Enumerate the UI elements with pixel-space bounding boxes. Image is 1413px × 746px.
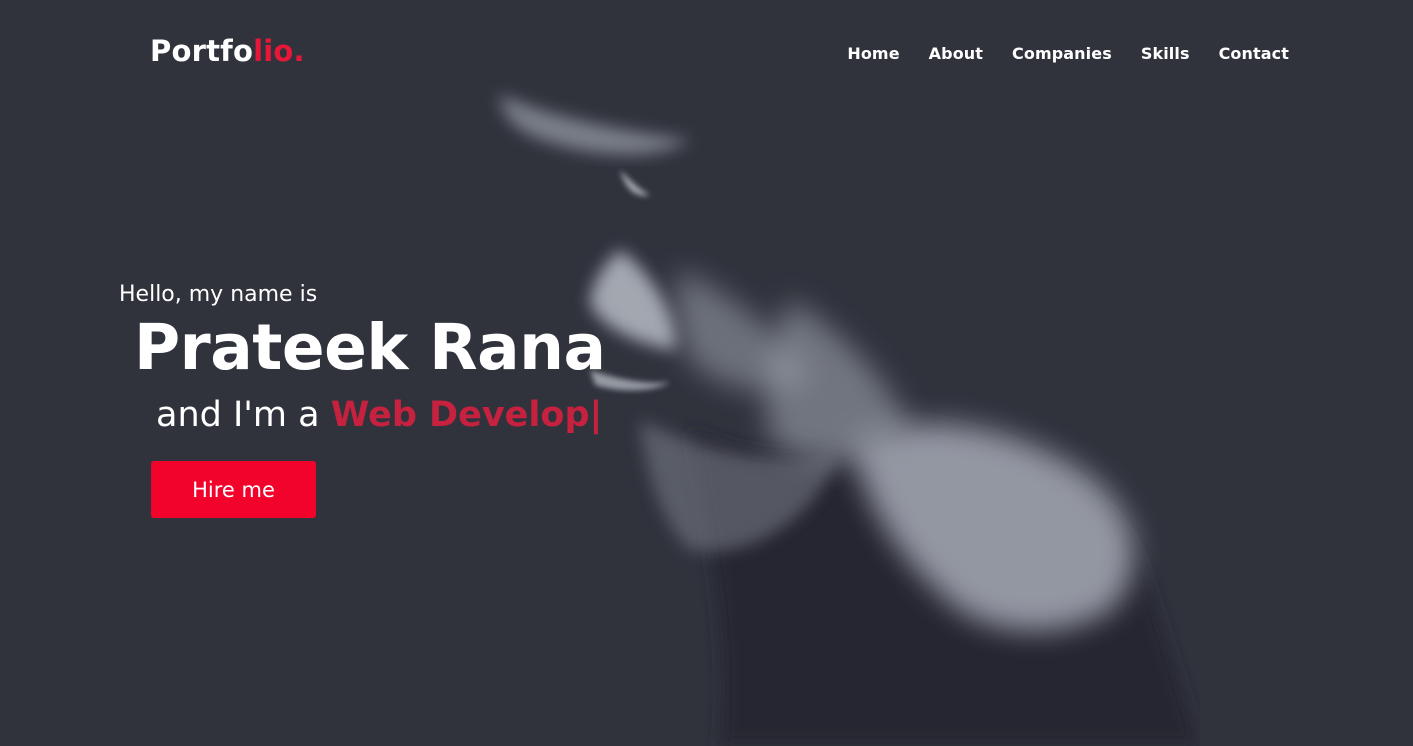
- hero-name: Prateek Rana: [134, 311, 606, 384]
- hero-intro: Hello, my name is Prateek Rana and I'm a…: [0, 0, 700, 746]
- hero-greeting: Hello, my name is: [119, 282, 318, 307]
- nav-link-companies[interactable]: Companies: [1012, 44, 1112, 63]
- nav-link-about[interactable]: About: [929, 44, 983, 63]
- nav-item-companies: Companies: [1012, 44, 1112, 63]
- hero-role-prefix: and I'm a: [156, 395, 331, 435]
- nav-link-home[interactable]: Home: [847, 44, 899, 63]
- nav-item-home: Home: [847, 44, 899, 63]
- site-logo[interactable]: Portfolio.: [150, 34, 305, 68]
- nav-link-skills[interactable]: Skills: [1141, 44, 1190, 63]
- hero-role: and I'm a Web Develop|: [156, 395, 602, 435]
- nav-link-contact[interactable]: Contact: [1219, 44, 1289, 63]
- typing-cursor: |: [589, 395, 603, 435]
- nav-menu: Home About Companies Skills Contact: [847, 44, 1289, 63]
- hire-me-button[interactable]: Hire me: [151, 461, 316, 518]
- nav-item-contact: Contact: [1219, 44, 1289, 63]
- hero-section: Portfolio. Home About Companies Skills C…: [0, 0, 1413, 746]
- logo-text-accent: lio.: [253, 34, 305, 68]
- nav-item-skills: Skills: [1141, 44, 1190, 63]
- navbar: Portfolio. Home About Companies Skills C…: [0, 0, 1413, 106]
- hero-role-typed: Web Develop: [330, 395, 590, 435]
- nav-item-about: About: [929, 44, 983, 63]
- logo-text-main: Portfo: [150, 34, 254, 68]
